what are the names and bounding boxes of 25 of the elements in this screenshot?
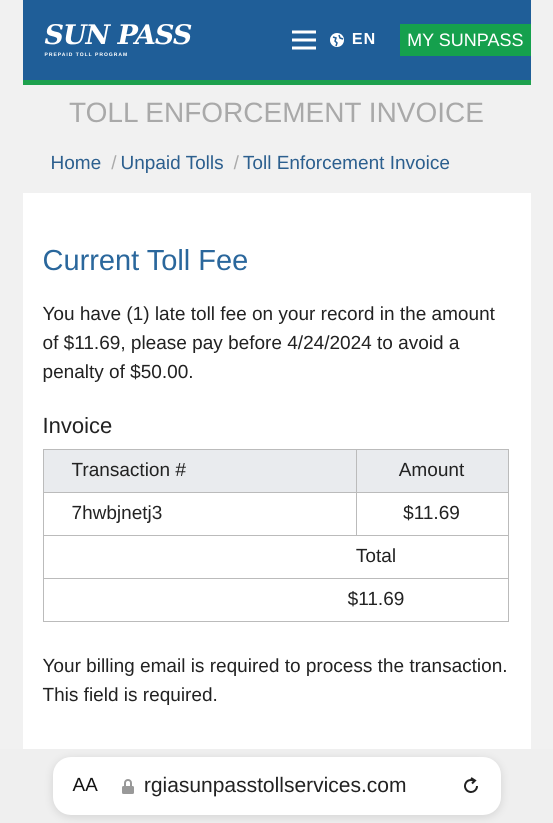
text-size-button[interactable]: AA [72,775,98,797]
table-cell: $11.69 [43,578,508,622]
language-button[interactable]: EN [330,31,376,49]
breadcrumb-link[interactable]: Home [50,153,102,175]
invoice-heading: Invoice [42,413,114,439]
table-cell: Total [43,536,508,578]
breadcrumb-link[interactable]: Toll Enforcement Invoice [242,153,450,175]
section-heading: Current Toll Fee [42,245,250,278]
address-bar[interactable]: AA rgiasunpasstollservices.com [52,757,500,815]
notice-text: You have (1) late toll fee on your record in the amount of $11.69, please pay before 4/24/2024 to avoid a penalty of $50.00. [42,303,496,385]
table-cell: 7hwbjnetj3 [43,492,356,536]
table-cell: $11.69 [356,492,508,536]
breadcrumb-link[interactable]: Unpaid Tolls [120,153,224,175]
breadcrumb-separator: / [234,153,239,175]
breadcrumb-separator: / [111,153,116,175]
logo-name: SUN PASS [44,22,192,49]
globe-icon [330,33,344,47]
column-header: Amount [356,450,508,492]
url-text: rgiasunpasstollservices.com [144,774,406,798]
page-title: TOLL ENFORCEMENT INVOICE [68,96,485,130]
menu-icon[interactable] [292,30,316,50]
billing-note: Your billing email is required to process the transaction. This field is required. [42,655,509,708]
column-header: Transaction # [43,450,356,492]
my-sunpass-button[interactable]: MY SUNPASS [400,24,530,56]
lock-icon [122,778,134,794]
